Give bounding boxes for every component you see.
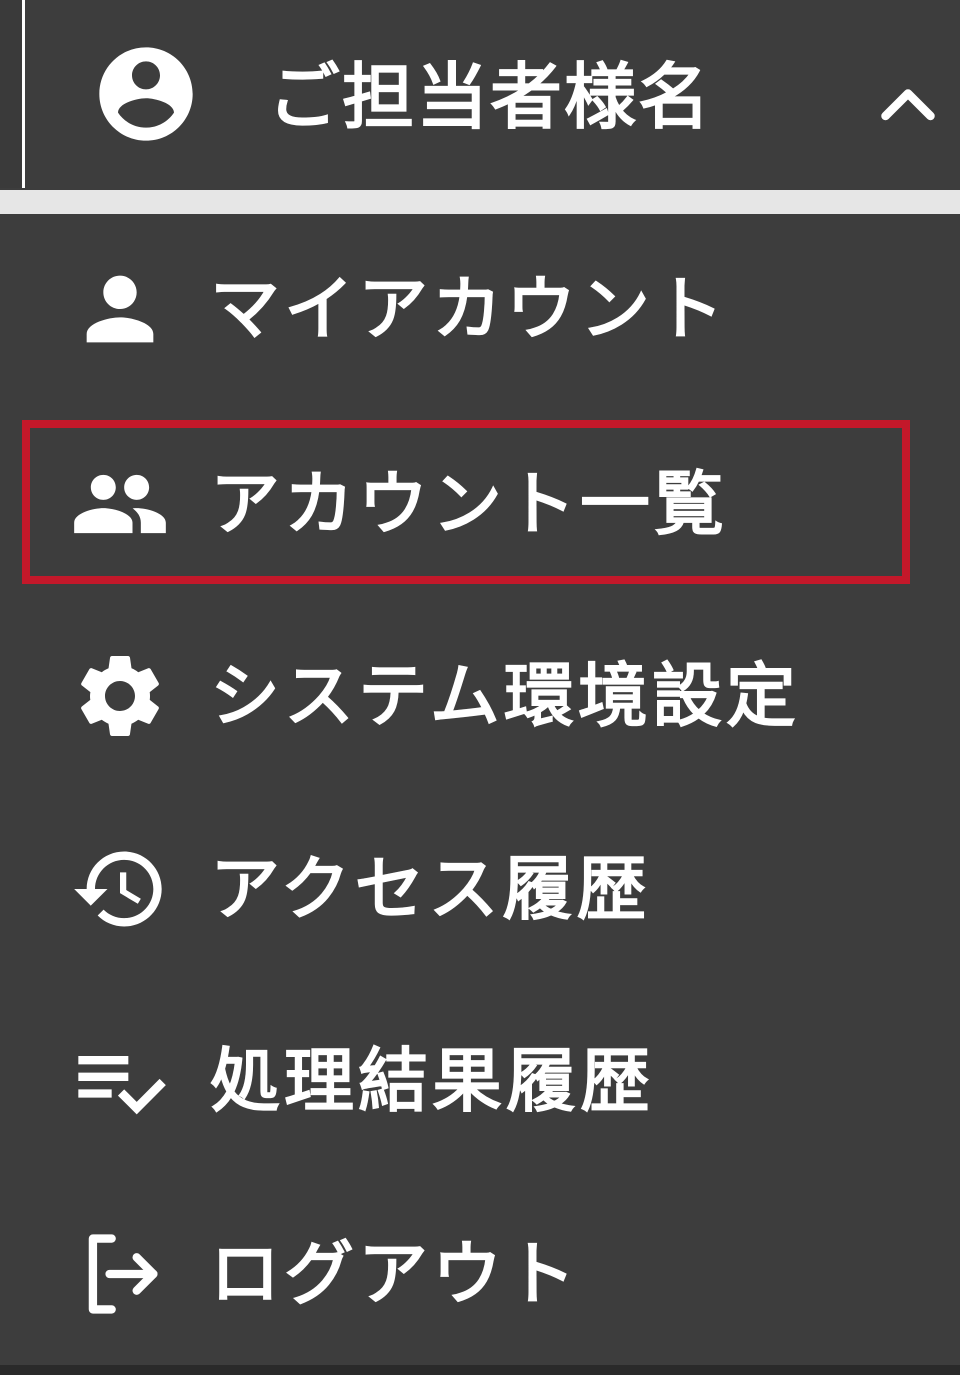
bottom-edge (0, 1365, 960, 1375)
menu-item-label: ログアウト (210, 1233, 580, 1315)
account-circle-icon (99, 47, 193, 141)
menu-item-label: 処理結果履歴 (210, 1040, 654, 1122)
person-icon (86, 275, 154, 343)
menu-item-processing-history[interactable]: 処理結果履歴 (0, 986, 960, 1176)
menu-item-my-account[interactable]: マイアカウント (0, 214, 960, 404)
header-left-area (0, 0, 22, 188)
history-icon (74, 851, 162, 927)
account-menu-toggle[interactable]: ご担当者様名 (25, 0, 960, 188)
menu-item-access-history[interactable]: アクセス履歴 (0, 794, 960, 984)
account-menu: マイアカウント アカウント一覧 システム環境設定 アクセス履歴 処理結果履歴 ロ… (0, 214, 960, 1375)
highlight-box (22, 420, 910, 584)
account-dropdown-panel: ご担当者様名 マイアカウント アカウント一覧 システム環境設定 アクセス履歴 処… (0, 0, 960, 1375)
menu-item-label: マイアカウント (210, 268, 728, 350)
menu-top-border (0, 190, 960, 214)
menu-item-label: アクセス履歴 (210, 848, 651, 930)
chevron-up-icon (881, 89, 935, 121)
account-header: ご担当者様名 (0, 0, 960, 188)
menu-item-system-settings[interactable]: システム環境設定 (0, 601, 960, 791)
gear-icon (81, 656, 159, 736)
logout-icon (88, 1234, 158, 1314)
playlist-check-icon (78, 1056, 166, 1115)
account-name: ご担当者様名 (268, 55, 713, 139)
menu-item-label: システム環境設定 (210, 655, 800, 737)
menu-item-logout[interactable]: ログアウト (0, 1179, 960, 1369)
